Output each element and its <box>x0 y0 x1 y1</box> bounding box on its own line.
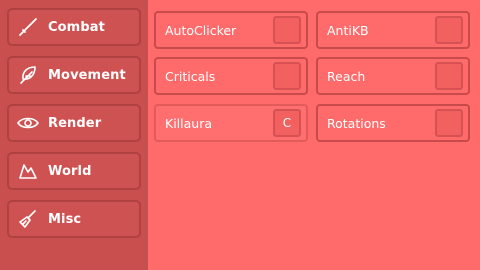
category-label: Render <box>48 115 102 131</box>
feather-icon <box>16 63 40 87</box>
module-name: AntiKB <box>327 22 369 38</box>
category-sidebar: Combat Movement Render World Misc <box>0 0 148 270</box>
module-name: Reach <box>327 68 366 84</box>
module-name: Rotations <box>327 115 386 131</box>
category-render[interactable]: Render <box>7 104 141 142</box>
sword-icon <box>16 15 40 39</box>
module-criticals[interactable]: Criticals <box>154 57 308 95</box>
module-name: Killaura <box>165 115 212 131</box>
category-label: Misc <box>48 211 82 227</box>
keybind-box[interactable]: C <box>273 109 301 137</box>
keybind-box[interactable] <box>435 16 463 44</box>
keybind-box[interactable] <box>273 62 301 90</box>
category-misc[interactable]: Misc <box>7 200 141 238</box>
mountain-icon <box>16 159 40 183</box>
category-label: Movement <box>48 67 126 83</box>
category-label: World <box>48 163 92 179</box>
module-rotations[interactable]: Rotations <box>316 104 470 142</box>
module-killaura[interactable]: Killaura C <box>154 104 308 142</box>
category-label: Combat <box>48 19 105 35</box>
module-name: Criticals <box>165 68 216 84</box>
category-combat[interactable]: Combat <box>7 8 141 46</box>
keybind-box[interactable] <box>435 62 463 90</box>
broom-icon <box>16 207 40 231</box>
module-reach[interactable]: Reach <box>316 57 470 95</box>
category-world[interactable]: World <box>7 152 141 190</box>
keybind-box[interactable] <box>435 109 463 137</box>
module-name: AutoClicker <box>165 22 237 38</box>
module-panel: AutoClicker AntiKB Criticals Reach Killa… <box>148 0 480 270</box>
module-antikb[interactable]: AntiKB <box>316 11 470 49</box>
keybind-box[interactable] <box>273 16 301 44</box>
category-movement[interactable]: Movement <box>7 56 141 94</box>
eye-icon <box>16 111 40 135</box>
module-autoclicker[interactable]: AutoClicker <box>154 11 308 49</box>
